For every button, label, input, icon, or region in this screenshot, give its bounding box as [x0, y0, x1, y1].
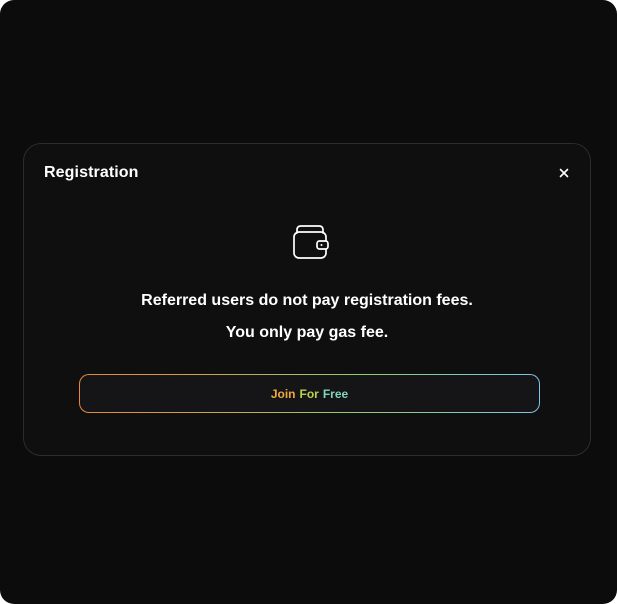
join-button-label-join: Join	[270, 386, 296, 401]
close-icon	[559, 168, 569, 178]
referral-message: Referred users do not pay registration f…	[141, 292, 473, 309]
close-button[interactable]	[555, 164, 573, 182]
gas-fee-message: You only pay gas fee.	[225, 324, 389, 341]
join-button-label-for: For	[299, 386, 319, 401]
dialog-title: Registration	[44, 164, 139, 181]
join-button-label-free: Free	[322, 386, 349, 401]
join-button-surface: Join For Free	[80, 375, 539, 412]
join-for-free-button[interactable]: Join For Free	[79, 374, 540, 413]
wallet-icon	[292, 224, 330, 260]
app-window: Registration Referred users do not pay r…	[0, 0, 617, 604]
registration-dialog: Registration Referred users do not pay r…	[23, 143, 591, 456]
